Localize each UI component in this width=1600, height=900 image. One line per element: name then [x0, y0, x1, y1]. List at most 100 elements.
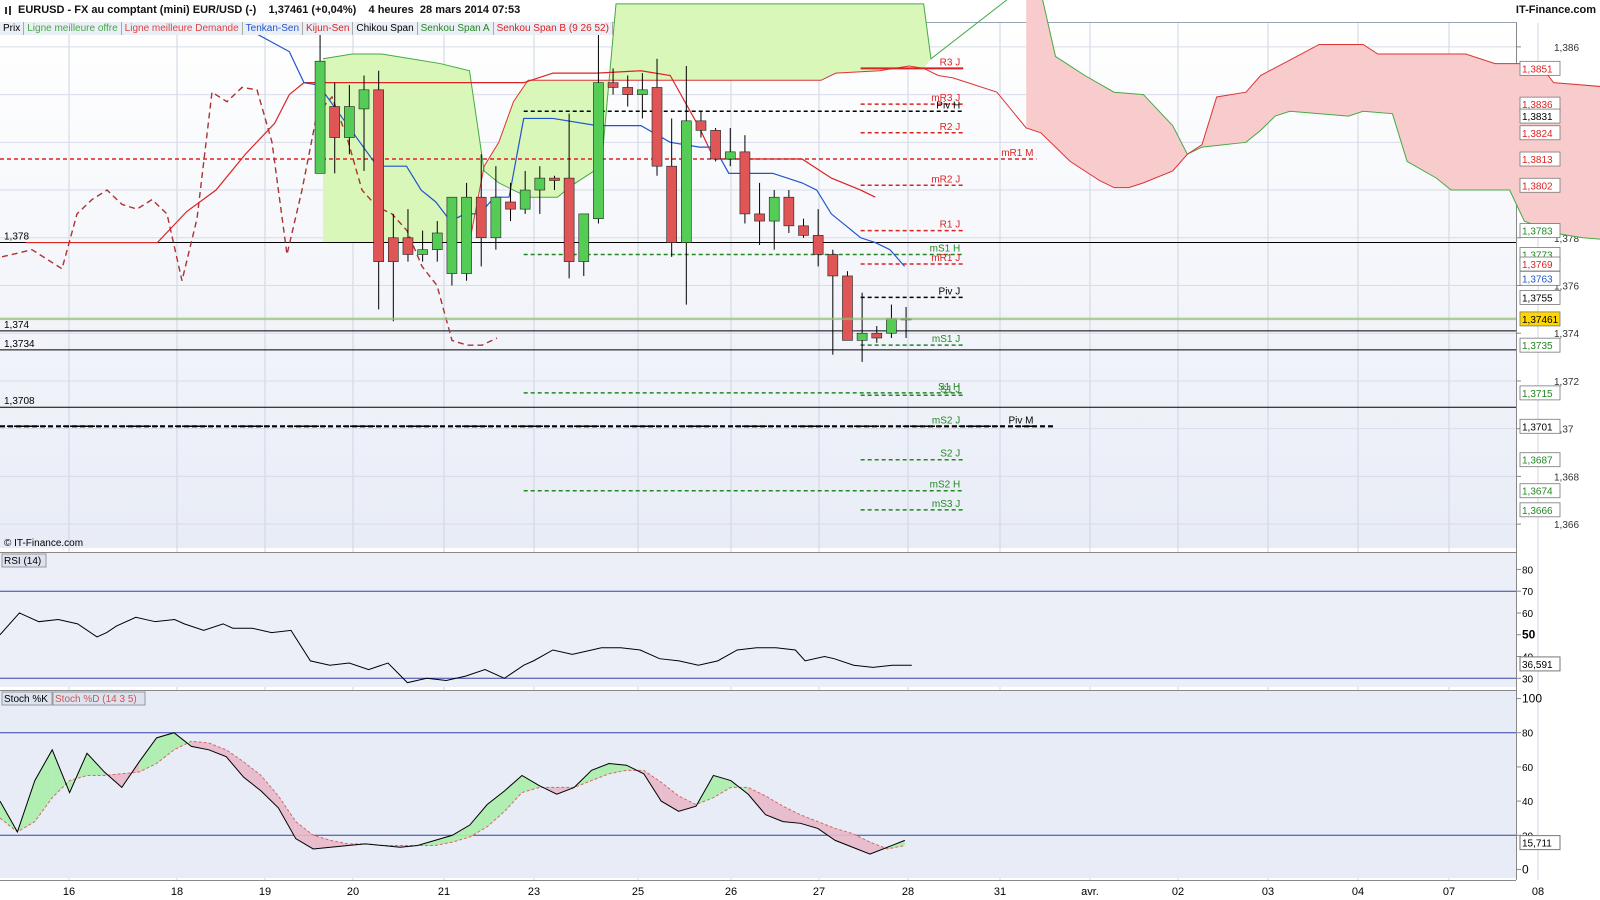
- right-price-label: 1,3851: [1522, 64, 1553, 75]
- x-tick-label: 21: [438, 886, 450, 898]
- horizontal-line-label: 1,374: [4, 320, 29, 331]
- y-tick-label: 1,366: [1554, 520, 1579, 531]
- rsi-y-tick: 50: [1522, 628, 1536, 642]
- right-price-label: 1,3755: [1522, 293, 1553, 304]
- legend-item[interactable]: Senkou Span A: [417, 22, 494, 35]
- x-tick-label: avr.: [1081, 886, 1099, 898]
- pivot-level-label: S2 J: [940, 449, 960, 460]
- chart-canvas[interactable]: 16 18 19 20 21 23 25 26 27 28 31 avr. 02 03 04 07 08 1,38…: [0, 0, 1600, 900]
- x-tick-label: 03: [1262, 886, 1274, 898]
- candle-body: [563, 177, 575, 262]
- legend-item[interactable]: Ligne meilleure offre: [24, 22, 122, 35]
- rsi-y-tick: 30: [1522, 674, 1534, 685]
- legend-item[interactable]: Prix: [0, 22, 25, 35]
- right-price-tag: 1,3763: [1519, 270, 1561, 286]
- pivot-level-label: mS2 H: [930, 480, 961, 491]
- candle-body: [666, 165, 677, 243]
- candle-body: [344, 106, 355, 138]
- x-tick-label: 07: [1443, 886, 1455, 898]
- candle-body: [622, 87, 634, 95]
- right-price-tag: 1,3783: [1519, 223, 1561, 239]
- candle-body: [681, 120, 692, 243]
- right-price-tag: 1,3715: [1519, 385, 1561, 401]
- right-price-label: 1,3769: [1522, 260, 1553, 271]
- right-price-tag: 1,3666: [1519, 502, 1561, 518]
- x-tick-label: 04: [1352, 886, 1364, 898]
- candle-body: [695, 120, 707, 131]
- right-price-tag: 1,3674: [1519, 483, 1561, 499]
- watermark-text: © IT-Finance.com: [4, 538, 83, 549]
- right-price-label: 1,3783: [1522, 227, 1553, 238]
- x-tick-label: 08: [1532, 886, 1544, 898]
- legend-item[interactable]: Chikou Span: [353, 22, 418, 35]
- stoch-panel: [0, 690, 1516, 878]
- x-tick-label: 23: [528, 886, 540, 898]
- x-tick-label: 16: [63, 886, 75, 898]
- candle-body: [388, 237, 399, 262]
- rsi-y-tick: 80: [1522, 565, 1534, 576]
- legend-item[interactable]: Kijun-Sen: [303, 22, 354, 35]
- stoch-d-title: Stoch %D (14 3 5): [55, 694, 137, 705]
- candle-body: [329, 106, 341, 138]
- pivot-level-label: mR2 J: [931, 174, 960, 185]
- rsi-last-value: 36,591: [1522, 660, 1553, 671]
- pivot-level-label: R1 J: [940, 220, 961, 231]
- right-price-tag: 1,3701: [1519, 418, 1561, 434]
- x-tick-label: 27: [813, 886, 825, 898]
- stoch-y-tick: 40: [1522, 797, 1534, 808]
- candle: [842, 271, 853, 341]
- candle-body: [534, 177, 546, 191]
- candle-body: [475, 196, 487, 239]
- pivot-level-label: mS3 J: [932, 499, 960, 510]
- candle-body: [783, 196, 795, 227]
- x-tick-label: 31: [994, 886, 1006, 898]
- x-tick-label: 19: [259, 886, 271, 898]
- candle-body: [358, 89, 370, 110]
- candle-body: [402, 237, 414, 255]
- right-price-label: 1,3824: [1522, 129, 1553, 140]
- pivot-level-label: R3 J: [940, 57, 961, 68]
- candle-body: [549, 177, 560, 181]
- candle-body: [754, 213, 765, 222]
- candle-body: [505, 201, 516, 210]
- stoch-last-value: 15,711: [1522, 839, 1552, 850]
- pivot-level-label: Piv J: [939, 286, 961, 297]
- right-price-tag: 1,3831: [1519, 108, 1561, 124]
- candle-body: [637, 89, 648, 95]
- y-tick-label: 1,386: [1554, 43, 1579, 54]
- stoch-y-tick: 0: [1522, 862, 1529, 876]
- candle-body: [373, 89, 384, 262]
- pivot-level-label: Piv H: [936, 100, 960, 111]
- x-tick-label: 28: [902, 886, 914, 898]
- stoch-y-tick: 80: [1522, 729, 1534, 740]
- candle-body: [886, 318, 897, 334]
- legend-item[interactable]: Senkou Span B (9 26 52): [493, 22, 613, 35]
- stoch-y-tick: 60: [1522, 763, 1534, 774]
- x-tick-label: 18: [171, 886, 183, 898]
- candle-body: [593, 82, 604, 219]
- candle-body: [768, 196, 780, 222]
- candle: [461, 182, 472, 281]
- right-price-tag: 1,3769: [1519, 256, 1561, 272]
- right-price-label: 1,3715: [1522, 389, 1553, 400]
- candle-body: [446, 196, 458, 274]
- candle-body: [842, 275, 853, 341]
- right-price-tag: 1,3735: [1519, 337, 1561, 353]
- candle-body: [578, 213, 590, 262]
- pivot-level-label: mR1 J: [931, 253, 960, 264]
- horizontal-line-label: 1,3708: [4, 396, 35, 407]
- rsi-y-tick: 70: [1522, 587, 1534, 598]
- legend-item[interactable]: Tenkan-Sen: [242, 22, 304, 35]
- candle-body: [871, 332, 883, 339]
- candle: [446, 196, 458, 286]
- right-price-label: 1,3831: [1522, 112, 1553, 123]
- candle-body: [856, 332, 868, 341]
- horizontal-line-label: 1,378: [4, 232, 29, 243]
- right-price-label: 1,3735: [1522, 341, 1553, 352]
- pivot-level-label: R2 J: [940, 122, 961, 133]
- legend-item[interactable]: Ligne meilleure Demande: [121, 22, 243, 35]
- candle-body: [739, 151, 751, 215]
- right-price-label: 1,3666: [1522, 506, 1553, 517]
- right-price-tag: 1,3851: [1519, 60, 1561, 76]
- right-price-label: 1,3687: [1522, 456, 1553, 467]
